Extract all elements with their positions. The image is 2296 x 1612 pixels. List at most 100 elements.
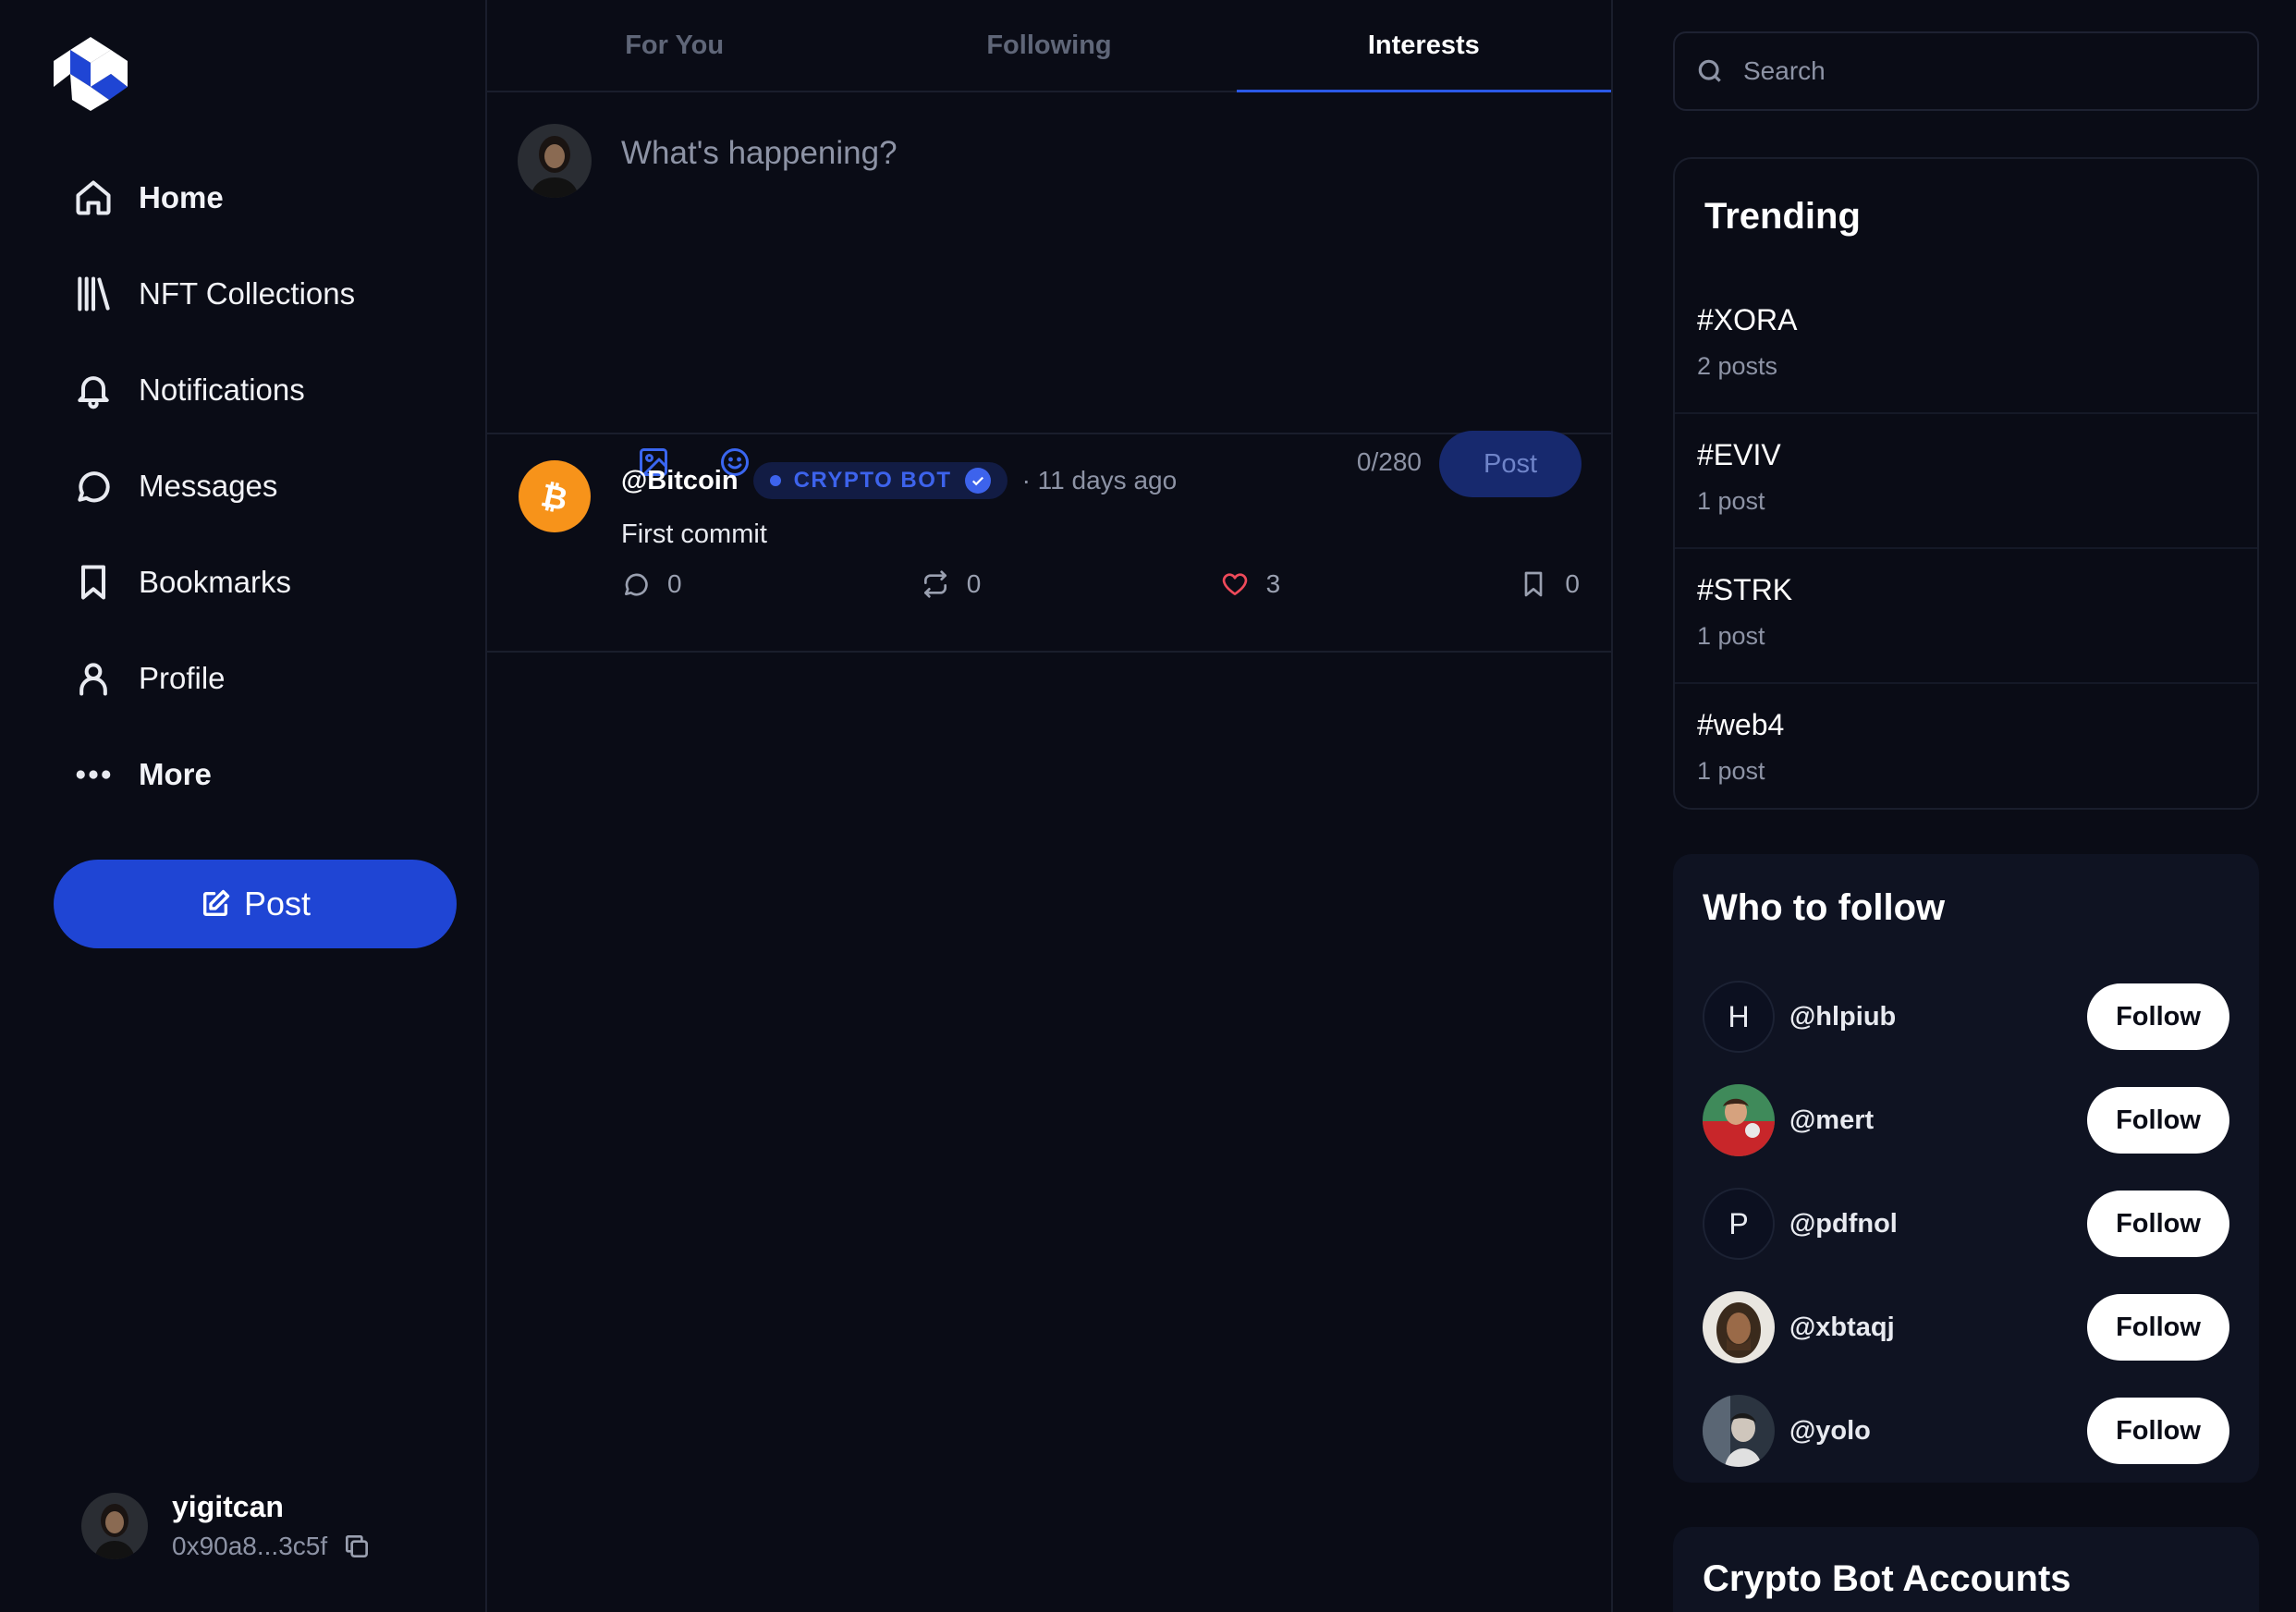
crypto-bot-accounts-title: Crypto Bot Accounts — [1703, 1558, 2071, 1599]
nav-item-label: More — [139, 757, 212, 791]
bookmark-icon — [72, 561, 115, 604]
repost-icon — [923, 570, 946, 598]
nav-item-label: Home — [139, 180, 224, 214]
account-switcher[interactable]: yigitcan 0x90a8...3c5f — [81, 1490, 372, 1561]
nav-item-label: Profile — [139, 661, 226, 695]
wallet-address: 0x90a8...3c5f — [172, 1532, 328, 1560]
svg-text:₿: ₿ — [538, 477, 571, 518]
app-logo-icon[interactable] — [52, 35, 129, 113]
trending-tag: #EVIV — [1697, 438, 1781, 471]
trending-item[interactable]: #web4 1 post — [1675, 684, 2257, 819]
post-actions: 0 0 3 0 — [621, 569, 1580, 599]
follow-handle[interactable]: @yolo — [1789, 1416, 2087, 1447]
bookmark-button[interactable]: 0 — [1519, 569, 1580, 599]
verified-check-icon — [964, 468, 991, 494]
like-button[interactable]: 3 — [1220, 569, 1281, 599]
nav-item-notifications[interactable]: Notifications — [72, 342, 355, 438]
follow-suggestion: P @pdfnol Follow — [1703, 1172, 2229, 1276]
app-root: Home NFT Collections Notifications Messa… — [0, 0, 2296, 1612]
follow-button[interactable]: Follow — [2087, 983, 2229, 1050]
nav-item-label: NFT Collections — [139, 276, 356, 311]
nav-item-home[interactable]: Home — [72, 150, 355, 246]
trending-count: 1 post — [1697, 757, 1765, 785]
avatar[interactable]: H — [1703, 981, 1775, 1053]
search-input[interactable]: Search — [1673, 31, 2259, 111]
repost-count: 0 — [966, 569, 982, 598]
repost-button[interactable]: 0 — [921, 569, 982, 599]
nav-item-bookmarks[interactable]: Bookmarks — [72, 534, 355, 630]
status-dot-icon — [769, 475, 781, 486]
account-name: yigitcan — [172, 1490, 284, 1523]
tab-for-you[interactable]: For You — [487, 0, 861, 91]
avatar[interactable] — [1703, 1084, 1775, 1156]
edit-icon — [202, 889, 230, 917]
post-text: First commit — [621, 519, 767, 549]
feed-tabs: For You Following Interests — [487, 0, 1612, 92]
post-button[interactable]: Post — [54, 860, 457, 948]
nav-item-label: Notifications — [139, 372, 305, 407]
follow-suggestion: @xbtaqj Follow — [1703, 1276, 2229, 1379]
trending-item[interactable]: #XORA 2 posts — [1675, 279, 2257, 414]
avatar[interactable]: P — [1703, 1188, 1775, 1260]
avatar — [81, 1492, 148, 1559]
post-timestamp: · 11 days ago — [1021, 466, 1178, 495]
tab-following[interactable]: Following — [861, 0, 1236, 91]
bitcoin-avatar-icon[interactable]: ₿ — [519, 460, 591, 532]
heart-icon — [1222, 573, 1247, 595]
follow-button[interactable]: Follow — [2087, 1087, 2229, 1154]
trending-count: 2 posts — [1697, 352, 1778, 380]
trending-tag: #STRK — [1697, 573, 1793, 606]
badge-label: CRYPTO BOT — [793, 468, 952, 493]
nav-item-nft-collections[interactable]: NFT Collections — [72, 246, 355, 342]
search-icon — [1698, 59, 1721, 82]
main-nav: Home NFT Collections Notifications Messa… — [72, 150, 355, 823]
follow-handle[interactable]: @xbtaqj — [1789, 1313, 2087, 1343]
trending-item[interactable]: #EVIV 1 post — [1675, 414, 2257, 549]
library-icon — [72, 273, 115, 315]
nav-item-label: Bookmarks — [139, 565, 292, 599]
trending-title: Trending — [1704, 196, 1861, 237]
comment-icon — [625, 573, 648, 596]
crypto-bot-badge: CRYPTO BOT — [752, 462, 1008, 499]
nav-item-label: Messages — [139, 469, 278, 503]
home-icon — [72, 177, 115, 219]
avatar — [518, 124, 592, 198]
search-placeholder: Search — [1743, 56, 1826, 85]
user-icon — [72, 657, 115, 700]
message-circle-icon — [72, 465, 115, 507]
feed-post[interactable]: ₿ @Bitcoin CRYPTO BOT · 11 days ago Firs… — [487, 434, 1611, 653]
copy-icon[interactable] — [342, 1532, 372, 1561]
like-count: 3 — [1265, 569, 1281, 598]
bookmark-icon — [1525, 571, 1543, 597]
who-to-follow-title: Who to follow — [1703, 887, 1946, 928]
avatar[interactable] — [1703, 1291, 1775, 1363]
follow-handle[interactable]: @pdfnol — [1789, 1209, 2087, 1240]
follow-list: H @hlpiub Follow @mert Follow P @pdfnol … — [1703, 965, 2229, 1483]
follow-handle[interactable]: @mert — [1789, 1105, 2087, 1136]
tab-interests[interactable]: Interests — [1236, 0, 1612, 92]
nav-item-profile[interactable]: Profile — [72, 630, 355, 727]
follow-handle[interactable]: @hlpiub — [1789, 1002, 2087, 1032]
trending-count: 1 post — [1697, 487, 1765, 515]
who-to-follow-card: Who to follow H @hlpiub Follow @mert Fol… — [1673, 854, 2259, 1483]
nav-item-messages[interactable]: Messages — [72, 438, 355, 534]
bell-icon — [72, 369, 115, 411]
post-button-label: Post — [243, 885, 311, 922]
more-horizontal-icon — [72, 753, 115, 796]
post-author-handle[interactable]: @Bitcoin — [621, 466, 739, 496]
trending-tag: #XORA — [1697, 303, 1798, 336]
trending-item[interactable]: #STRK 1 post — [1675, 549, 2257, 684]
follow-button[interactable]: Follow — [2087, 1191, 2229, 1257]
trending-list: #XORA 2 posts #EVIV 1 post #STRK 1 post … — [1675, 279, 2257, 819]
sidebar: Home NFT Collections Notifications Messa… — [0, 0, 487, 1612]
main-column: For You Following Interests What's happe… — [487, 0, 1613, 1612]
right-column: Search Trending #XORA 2 posts #EVIV 1 po… — [1613, 0, 2296, 1612]
avatar[interactable] — [1703, 1395, 1775, 1467]
nav-item-more[interactable]: More — [72, 727, 355, 823]
trending-card: Trending #XORA 2 posts #EVIV 1 post #STR… — [1673, 157, 2259, 810]
comment-button[interactable]: 0 — [621, 569, 682, 599]
follow-button[interactable]: Follow — [2087, 1294, 2229, 1361]
follow-suggestion: @mert Follow — [1703, 1069, 2229, 1172]
composer-input[interactable]: What's happening? — [621, 135, 898, 172]
follow-button[interactable]: Follow — [2087, 1398, 2229, 1464]
